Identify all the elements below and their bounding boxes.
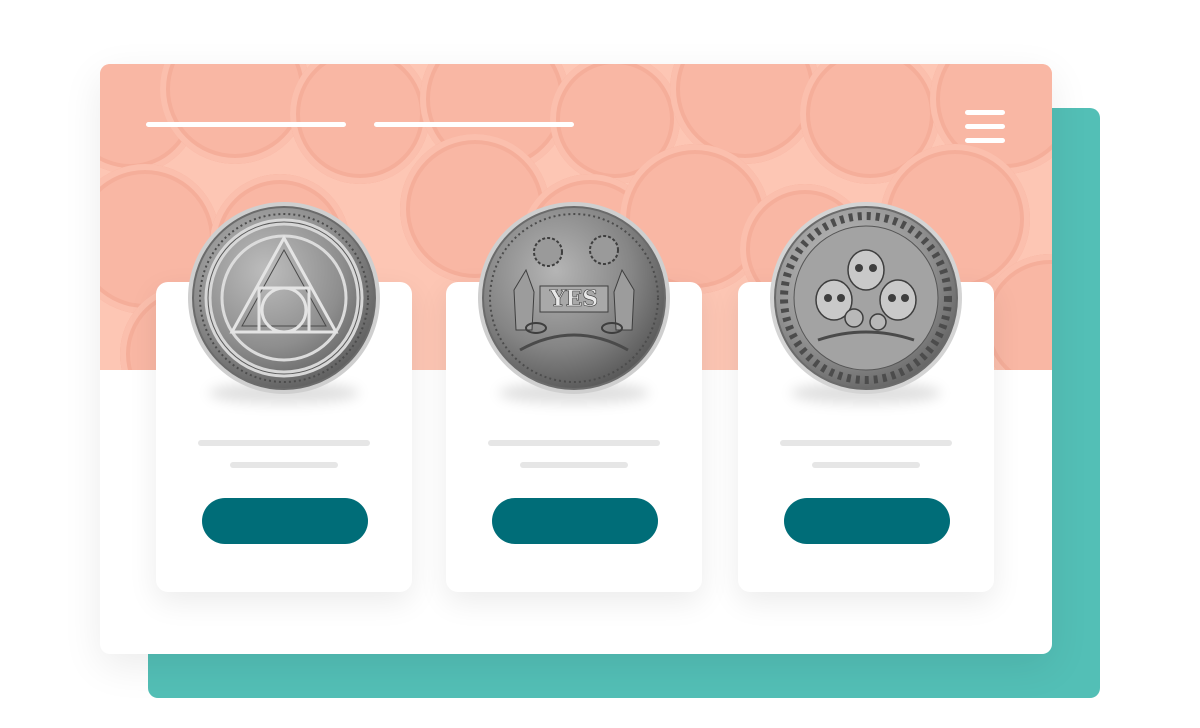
product-title-placeholder (198, 440, 370, 446)
nav-link-placeholder[interactable] (374, 122, 574, 127)
svg-text:YES: YES (549, 286, 598, 312)
product-action-button[interactable] (784, 498, 950, 544)
ouroboros-alchemy-coin-image[interactable] (186, 200, 382, 396)
nav-link-placeholder[interactable] (146, 122, 346, 127)
product-action-button[interactable] (492, 498, 658, 544)
product-subtitle-placeholder (812, 462, 920, 468)
app-window: YES (100, 64, 1052, 654)
product-title-placeholder (780, 440, 952, 446)
product-subtitle-placeholder (230, 462, 338, 468)
product-action-button[interactable] (202, 498, 368, 544)
product-title-placeholder (488, 440, 660, 446)
skulls-roses-coin-image[interactable] (768, 200, 964, 396)
product-subtitle-placeholder (520, 462, 628, 468)
yes-oracle-coin-image[interactable]: YES (476, 200, 672, 396)
hamburger-menu-icon[interactable] (962, 108, 1008, 146)
